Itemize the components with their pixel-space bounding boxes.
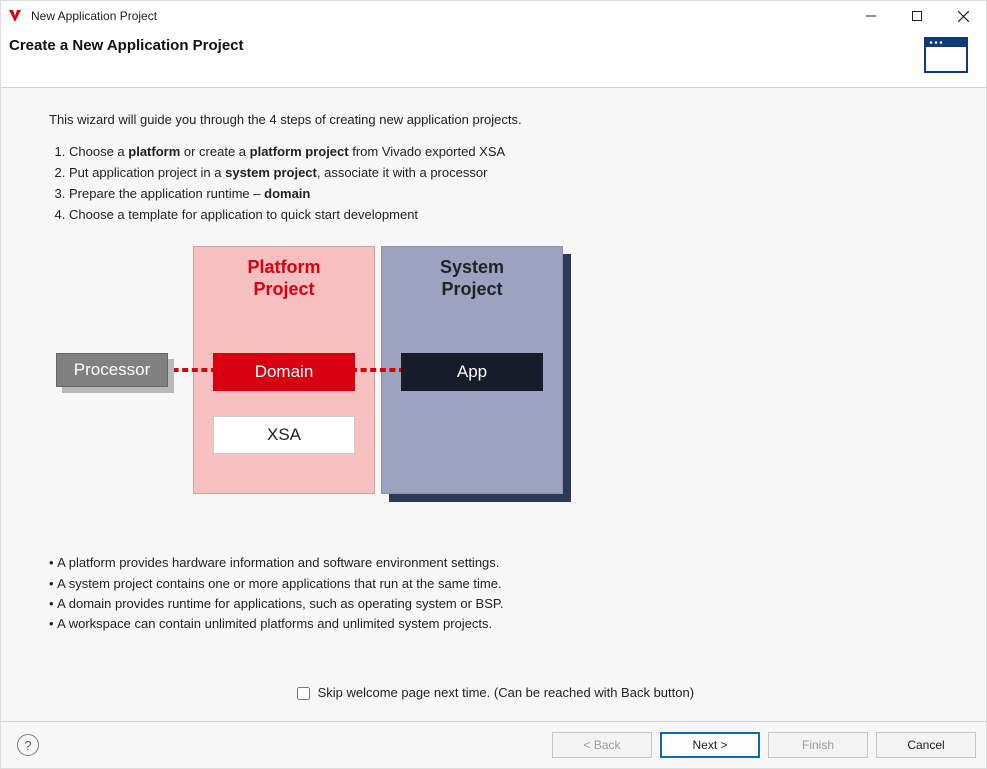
page-title: Create a New Application Project: [9, 37, 244, 54]
platform-project-title: PlatformProject: [247, 257, 320, 300]
bullet-platform: A platform provides hardware information…: [49, 553, 938, 573]
processor-box: Processor: [56, 353, 168, 387]
architecture-diagram: PlatformProject SystemProject Processor …: [51, 246, 591, 501]
intro-text: This wizard will guide you through the 4…: [49, 112, 938, 127]
bullet-system: A system project contains one or more ap…: [49, 574, 938, 594]
minimize-button[interactable]: [848, 1, 894, 31]
maximize-button[interactable]: [894, 1, 940, 31]
domain-box: Domain: [213, 353, 355, 391]
connector-domain-app: [351, 368, 405, 372]
wizard-footer: ? < Back Next > Finish Cancel: [1, 721, 986, 768]
bullet-domain: A domain provides runtime for applicatio…: [49, 594, 938, 614]
step-4: Choose a template for application to qui…: [69, 206, 938, 225]
wizard-banner-icon: [922, 35, 970, 75]
system-project-title: SystemProject: [440, 257, 504, 300]
step-2: Put application project in a system proj…: [69, 164, 938, 183]
help-icon[interactable]: ?: [17, 734, 39, 756]
cancel-button[interactable]: Cancel: [876, 732, 976, 758]
finish-button[interactable]: Finish: [768, 732, 868, 758]
back-button[interactable]: < Back: [552, 732, 652, 758]
step-3: Prepare the application runtime – domain: [69, 185, 938, 204]
app-box: App: [401, 353, 543, 391]
skip-welcome-text: Skip welcome page next time. (Can be rea…: [318, 685, 694, 700]
app-logo-icon: [7, 8, 23, 24]
window-title: New Application Project: [31, 9, 848, 23]
step-1: Choose a platform or create a platform p…: [69, 143, 938, 162]
info-bullets: A platform provides hardware information…: [49, 553, 938, 634]
close-button[interactable]: [940, 1, 986, 31]
skip-welcome-checkbox[interactable]: [297, 687, 310, 700]
wizard-window: New Application Project Create a New App…: [0, 0, 987, 769]
bullet-workspace: A workspace can contain unlimited platfo…: [49, 614, 938, 634]
wizard-header: Create a New Application Project: [1, 31, 986, 88]
title-bar: New Application Project: [1, 1, 986, 31]
steps-list: Choose a platform or create a platform p…: [49, 141, 938, 226]
skip-row: Skip welcome page next time. (Can be rea…: [49, 670, 938, 713]
skip-welcome-label[interactable]: Skip welcome page next time. (Can be rea…: [293, 685, 694, 700]
next-button[interactable]: Next >: [660, 732, 760, 758]
window-buttons: [848, 1, 986, 31]
wizard-body: This wizard will guide you through the 4…: [1, 88, 986, 721]
xsa-box: XSA: [213, 416, 355, 454]
